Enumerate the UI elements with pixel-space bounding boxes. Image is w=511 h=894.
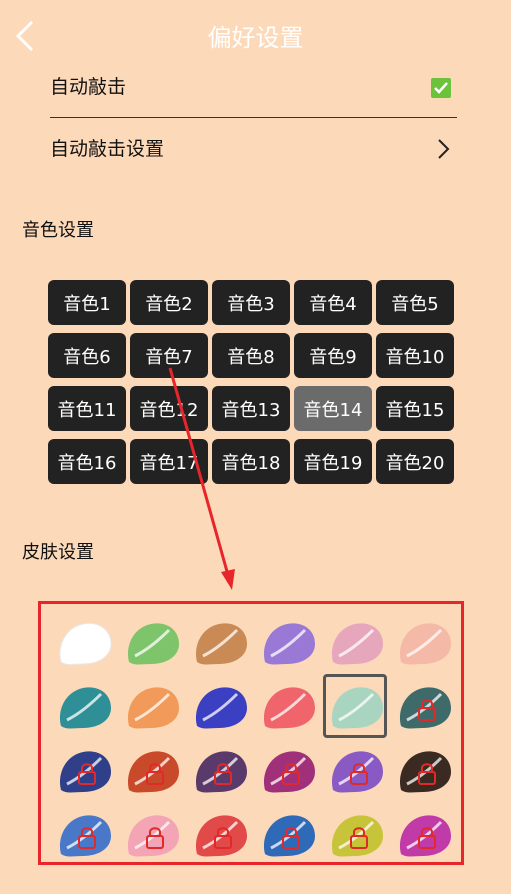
tone-button[interactable]: 音色1 xyxy=(48,280,126,325)
skin-option[interactable] xyxy=(191,680,253,736)
skin-option-locked[interactable] xyxy=(123,744,185,800)
skin-option-locked[interactable] xyxy=(191,744,253,800)
skin-option-locked[interactable] xyxy=(123,808,185,864)
skin-option[interactable] xyxy=(323,674,389,738)
tone-button[interactable]: 音色9 xyxy=(294,333,372,378)
pick-icon xyxy=(195,751,247,793)
skin-option-locked[interactable] xyxy=(395,680,457,736)
tone-button[interactable]: 音色17 xyxy=(130,439,208,484)
skin-section-title: 皮肤设置 xyxy=(22,542,94,563)
tone-button[interactable]: 音色12 xyxy=(130,386,208,431)
pick-icon xyxy=(263,623,315,665)
tone-button[interactable]: 音色10 xyxy=(376,333,454,378)
pick-icon xyxy=(399,687,451,729)
pick-icon xyxy=(399,623,451,665)
skin-option[interactable] xyxy=(191,616,253,672)
tone-section-title: 音色设置 xyxy=(22,220,94,241)
skin-option-locked[interactable] xyxy=(327,744,389,800)
skin-option-locked[interactable] xyxy=(395,808,457,864)
pick-icon xyxy=(195,623,247,665)
skin-grid xyxy=(38,601,464,865)
pick-icon xyxy=(195,815,247,857)
skin-option[interactable] xyxy=(123,616,185,672)
tone-button[interactable]: 音色11 xyxy=(48,386,126,431)
tone-button[interactable]: 音色8 xyxy=(212,333,290,378)
auto-tap-settings-row[interactable]: 自动敲击设置 xyxy=(50,120,457,180)
auto-tap-settings-label: 自动敲击设置 xyxy=(50,138,165,160)
pick-icon xyxy=(331,815,383,857)
pick-icon xyxy=(59,815,111,857)
skin-option-locked[interactable] xyxy=(55,744,117,800)
tone-button[interactable]: 音色4 xyxy=(294,280,372,325)
pick-icon xyxy=(331,687,383,729)
tone-button[interactable]: 音色3 xyxy=(212,280,290,325)
pick-icon xyxy=(195,687,247,729)
pick-icon xyxy=(59,687,111,729)
pick-icon xyxy=(399,751,451,793)
skin-option[interactable] xyxy=(259,616,321,672)
pick-icon xyxy=(263,687,315,729)
pick-icon xyxy=(59,751,111,793)
skin-option-locked[interactable] xyxy=(327,808,389,864)
tone-button[interactable]: 音色7 xyxy=(130,333,208,378)
skin-option[interactable] xyxy=(395,616,457,672)
auto-tap-checkbox[interactable] xyxy=(431,78,451,98)
skin-option[interactable] xyxy=(123,680,185,736)
pick-icon xyxy=(59,622,112,665)
skin-option-locked[interactable] xyxy=(55,808,117,864)
skin-option-locked[interactable] xyxy=(395,744,457,800)
pick-icon xyxy=(263,751,315,793)
skin-option-locked[interactable] xyxy=(191,808,253,864)
tone-button[interactable]: 音色2 xyxy=(130,280,208,325)
auto-tap-row[interactable]: 自动敲击 xyxy=(50,58,457,118)
tone-button[interactable]: 音色6 xyxy=(48,333,126,378)
skin-option[interactable] xyxy=(55,680,117,736)
tone-button[interactable]: 音色13 xyxy=(212,386,290,431)
pick-icon xyxy=(331,751,383,793)
tone-button[interactable]: 音色20 xyxy=(376,439,454,484)
chevron-right-icon xyxy=(438,139,450,159)
tone-button[interactable]: 音色18 xyxy=(212,439,290,484)
pick-icon xyxy=(127,815,179,857)
pick-icon xyxy=(127,623,179,665)
skin-option[interactable] xyxy=(55,616,117,672)
skin-option-locked[interactable] xyxy=(259,744,321,800)
page-title: 偏好设置 xyxy=(207,24,304,52)
skin-option[interactable] xyxy=(327,616,389,672)
tone-button[interactable]: 音色15 xyxy=(376,386,454,431)
skin-option-locked[interactable] xyxy=(259,808,321,864)
tone-button[interactable]: 音色14 xyxy=(294,386,372,431)
tone-button[interactable]: 音色16 xyxy=(48,439,126,484)
tone-button[interactable]: 音色5 xyxy=(376,280,454,325)
check-icon xyxy=(434,82,448,94)
pick-icon xyxy=(331,623,383,665)
pick-icon xyxy=(399,815,451,857)
pick-icon xyxy=(127,687,179,729)
pick-icon xyxy=(263,815,315,857)
pick-icon xyxy=(127,751,179,793)
skin-option[interactable] xyxy=(259,680,321,736)
tone-button[interactable]: 音色19 xyxy=(294,439,372,484)
auto-tap-label: 自动敲击 xyxy=(50,76,127,98)
